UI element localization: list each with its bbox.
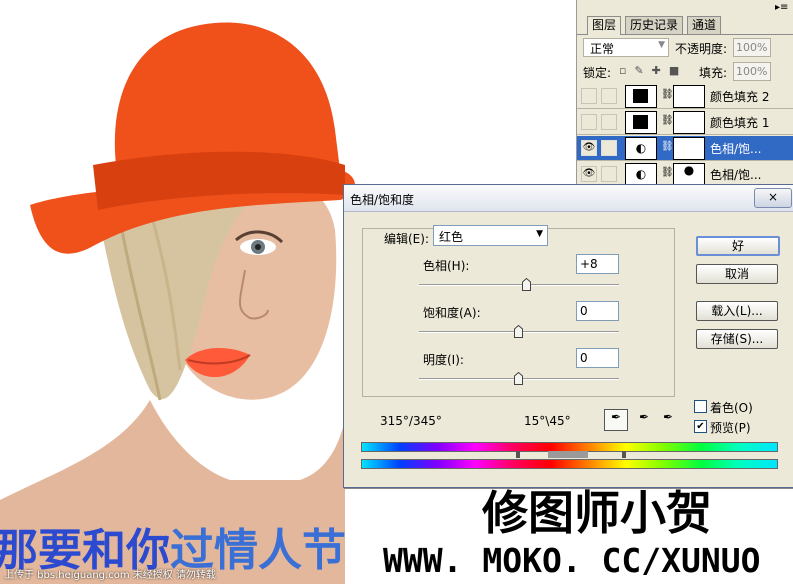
- colorize-label: 着色(O): [710, 401, 753, 415]
- layer-link-toggle[interactable]: [601, 166, 617, 182]
- adjustment-icon[interactable]: [601, 140, 617, 156]
- layer-thumbnail: [625, 111, 657, 134]
- dialog-titlebar[interactable]: 色相/饱和度 ×: [344, 185, 793, 212]
- lightness-label: 明度(I):: [423, 353, 464, 367]
- eyedropper-icon[interactable]: ✒: [604, 409, 628, 431]
- range-handle-left[interactable]: [516, 451, 520, 458]
- layer-name: 色相/饱...: [710, 168, 762, 182]
- hue-label: 色相(H):: [423, 259, 470, 273]
- adjustment-layer-icon: ◐: [625, 137, 657, 160]
- eye-icon[interactable]: 👁: [581, 140, 597, 156]
- lightness-slider-thumb[interactable]: [514, 372, 523, 385]
- dialog-title: 色相/饱和度: [350, 193, 415, 207]
- chevron-down-icon: ▼: [658, 40, 665, 50]
- layer-row[interactable]: ⛓ 颜色填充 1: [577, 110, 793, 135]
- edit-channel-select[interactable]: 红色 ▼: [433, 225, 548, 246]
- edit-channel-value: 红色: [439, 230, 464, 244]
- layer-name: 色相/饱...: [710, 142, 762, 156]
- ok-button[interactable]: 好: [696, 236, 780, 256]
- url-watermark: WWW. MOKO. CC/XUNUO: [383, 541, 761, 580]
- preview-label: 预览(P): [710, 421, 751, 435]
- range-slider[interactable]: [516, 451, 626, 458]
- close-button[interactable]: ×: [754, 188, 792, 208]
- tab-channels[interactable]: 通道: [687, 16, 722, 34]
- saturation-slider-thumb[interactable]: [514, 325, 523, 338]
- save-button[interactable]: 存储(S)...: [696, 329, 778, 349]
- layer-link-toggle[interactable]: [601, 88, 617, 104]
- fill-label: 填充:: [699, 66, 728, 80]
- layer-thumbnail: [625, 85, 657, 108]
- range-left-readout: 315°/345°: [380, 414, 442, 428]
- layers-panel: 图层 历史记录 通道 ▸≡ 正常 ▼ 不透明度: 100% 锁定: ▫✎✚■ 填…: [576, 0, 793, 187]
- saturation-input[interactable]: 0: [576, 301, 619, 321]
- load-button[interactable]: 载入(L)...: [696, 301, 778, 321]
- blend-mode-select[interactable]: 正常 ▼: [583, 38, 669, 57]
- opacity-field[interactable]: 100%: [733, 38, 771, 57]
- chain-link-icon: ⛓: [661, 167, 674, 178]
- output-color-bar: [361, 459, 778, 469]
- layer-row-selected[interactable]: 👁 ◐ ⛓ 色相/饱...: [577, 136, 793, 161]
- layers-panel-tabs: 图层 历史记录 通道: [577, 14, 793, 35]
- layer-name: 颜色填充 2: [710, 90, 770, 104]
- credit-text: 上传于 bbs.heiguang.com 未经授权 请勿转载: [4, 570, 216, 581]
- chain-link-icon: ⛓: [661, 115, 674, 126]
- layer-mask-thumbnail: ●: [673, 163, 705, 186]
- preview-checkbox[interactable]: ✔: [694, 420, 707, 433]
- fill-field[interactable]: 100%: [733, 62, 771, 81]
- tab-history[interactable]: 历史记录: [625, 16, 684, 34]
- lightness-input[interactable]: 0: [576, 348, 619, 368]
- layer-mask-thumbnail: [673, 85, 705, 108]
- hue-slider-thumb[interactable]: [522, 278, 531, 291]
- hue-slider-track[interactable]: [419, 284, 619, 286]
- eyedropper-plus-icon[interactable]: ✒: [632, 409, 656, 431]
- tab-layers[interactable]: 图层: [587, 16, 622, 35]
- opacity-label: 不透明度:: [675, 42, 728, 56]
- range-right-readout: 15°\45°: [524, 414, 571, 428]
- adjustment-layer-icon: ◐: [625, 163, 657, 186]
- eyedropper-minus-icon[interactable]: ✒: [656, 409, 680, 431]
- range-center[interactable]: [548, 451, 588, 458]
- layer-name: 颜色填充 1: [710, 116, 770, 130]
- hue-input[interactable]: +8: [576, 254, 619, 274]
- panel-menu-icon[interactable]: ▸≡: [775, 2, 788, 13]
- colorize-checkbox[interactable]: [694, 400, 707, 413]
- layer-mask-thumbnail: [673, 111, 705, 134]
- cancel-button[interactable]: 取消: [696, 264, 778, 284]
- hue-saturation-dialog: 色相/饱和度 × 编辑(E): 红色 ▼ 色相(H): +8 饱和度(A): 0…: [343, 184, 793, 488]
- blend-mode-value: 正常: [590, 42, 615, 56]
- layer-row[interactable]: ⛓ 颜色填充 2: [577, 84, 793, 109]
- lock-icons[interactable]: ▫✎✚■: [619, 64, 687, 77]
- layer-mask-thumbnail: [673, 137, 705, 160]
- layer-visibility-toggle[interactable]: [581, 114, 597, 130]
- lock-label: 锁定:: [583, 66, 612, 80]
- chain-link-icon: ⛓: [661, 141, 674, 152]
- author-watermark: 修图师小贺: [482, 486, 712, 540]
- chain-link-icon: ⛓: [661, 89, 674, 100]
- eye-icon[interactable]: 👁: [581, 166, 597, 182]
- chevron-down-icon: ▼: [536, 229, 543, 239]
- edit-label: 编辑(E):: [384, 232, 429, 246]
- layer-visibility-toggle[interactable]: [581, 88, 597, 104]
- saturation-label: 饱和度(A):: [423, 306, 481, 320]
- layer-link-toggle[interactable]: [601, 114, 617, 130]
- range-handle-right[interactable]: [622, 451, 626, 458]
